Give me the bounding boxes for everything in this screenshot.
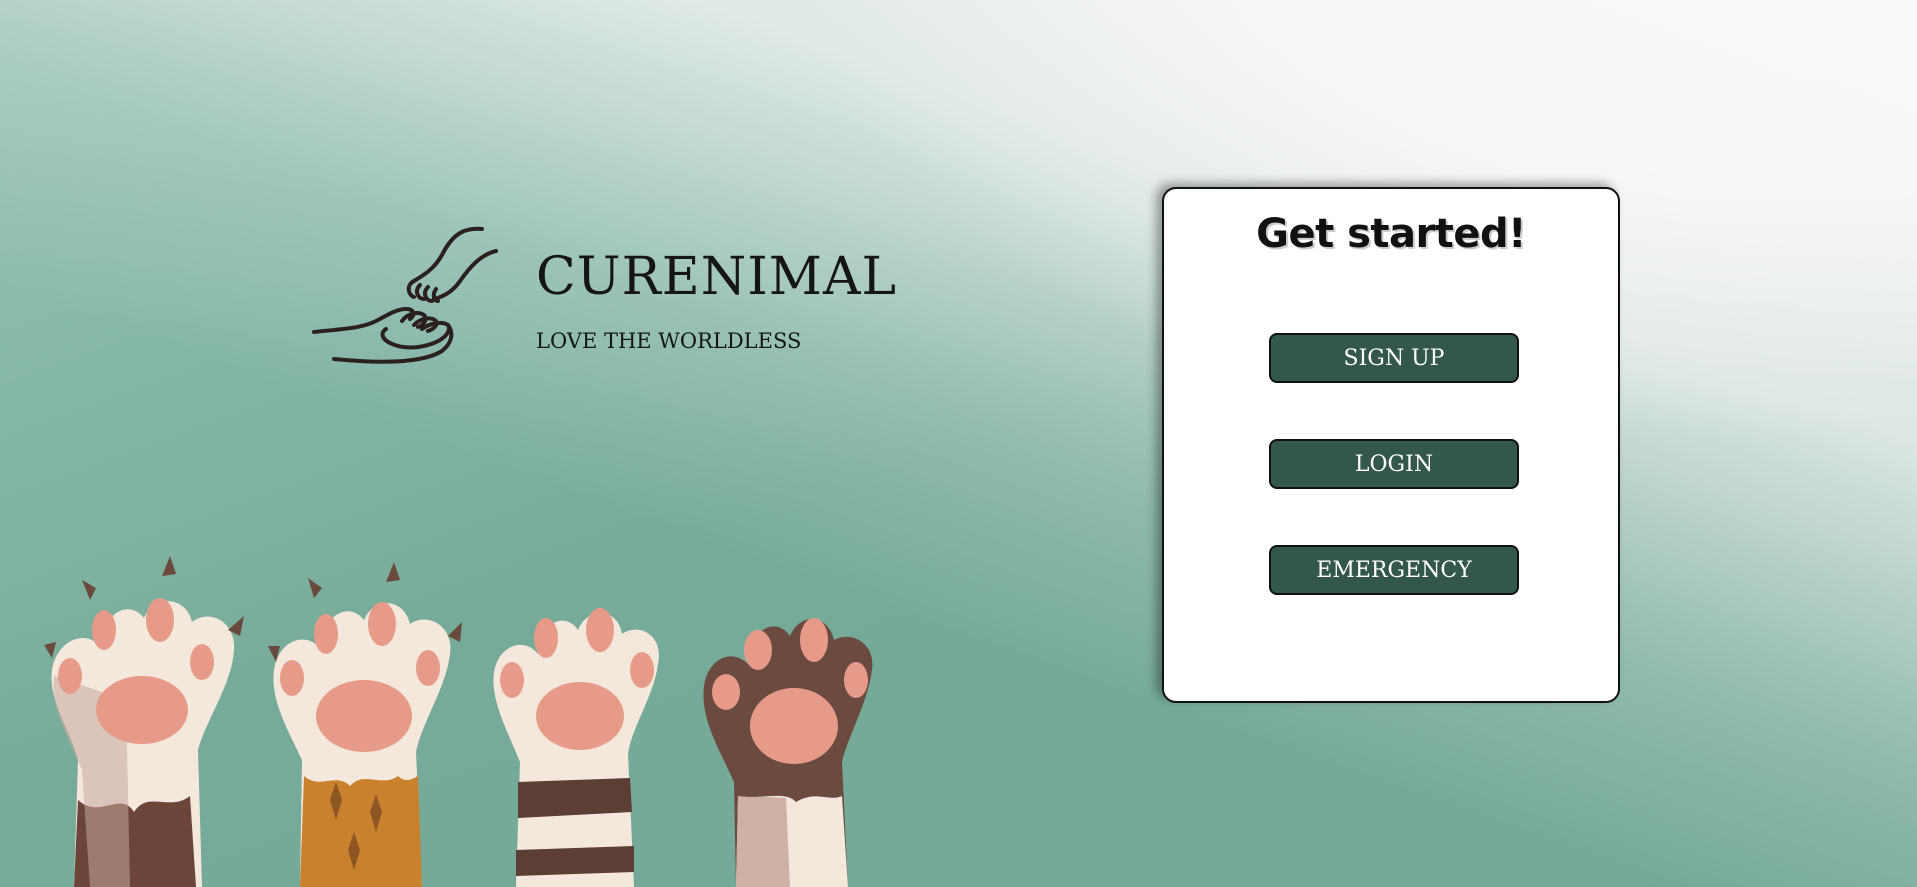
paw-1 [44,556,244,887]
get-started-card: Get started! SIGN UP LOGIN EMERGENCY [1162,187,1620,703]
brand-name: CURENIMAL [536,247,898,307]
card-title: Get started! [1256,211,1526,257]
paw-3 [493,608,659,887]
sign-up-button[interactable]: SIGN UP [1269,333,1519,383]
brand-header: CURENIMAL LOVE THE WORLDLESS [310,225,910,365]
paw-4 [703,618,873,887]
paw-2 [268,562,462,887]
login-button[interactable]: LOGIN [1269,439,1519,489]
brand-tagline: LOVE THE WORLDLESS [536,329,802,353]
hand-holding-paw-icon [312,226,498,364]
emergency-button[interactable]: EMERGENCY [1269,545,1519,595]
raised-cat-paws-illustration [44,556,873,887]
